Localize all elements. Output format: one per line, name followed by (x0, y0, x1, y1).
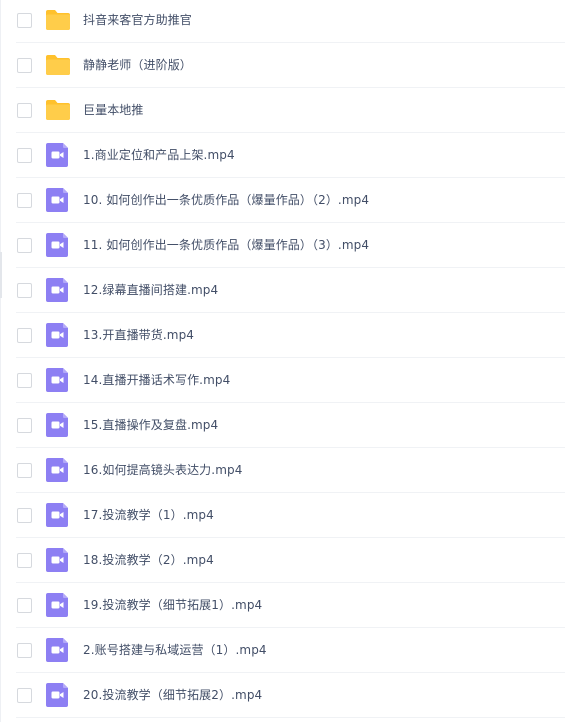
file-name[interactable]: 2.账号搭建与私域运营（1）.mp4 (83, 642, 267, 658)
folder-name[interactable]: 抖音来客官方助推官 (83, 12, 192, 28)
video-file-icon (46, 278, 70, 302)
folder-name[interactable]: 巨量本地推 (83, 102, 144, 118)
video-file-icon (46, 593, 70, 617)
file-row[interactable]: 15.直播操作及复盘.mp4 (0, 403, 565, 448)
file-row[interactable]: 18.投流教学（2）.mp4 (0, 538, 565, 583)
file-row[interactable]: 13.开直播带货.mp4 (0, 313, 565, 358)
folder-row[interactable]: 抖音来客官方助推官 (0, 0, 565, 43)
file-name[interactable]: 20.投流教学（细节拓展2）.mp4 (83, 687, 262, 703)
select-checkbox[interactable] (17, 553, 32, 568)
file-list: 抖音来客官方助推官 静静老师（进阶版） 巨量本地推 1.商业定位和产品上架.mp4 10… (0, 0, 565, 722)
file-row[interactable]: 14.直播开播话术写作.mp4 (0, 358, 565, 403)
video-file-icon (46, 233, 70, 257)
file-row[interactable]: 19.投流教学（细节拓展1）.mp4 (0, 583, 565, 628)
file-row[interactable]: 20.投流教学（细节拓展2）.mp4 (0, 673, 565, 718)
video-file-icon (46, 143, 70, 167)
select-checkbox[interactable] (17, 643, 32, 658)
folder-icon (45, 98, 71, 122)
file-name[interactable]: 11. 如何创作出一条优质作品（爆量作品）（3）.mp4 (83, 237, 369, 253)
file-name[interactable]: 14.直播开播话术写作.mp4 (83, 372, 230, 388)
video-file-icon (46, 323, 70, 347)
video-file-icon (46, 548, 70, 572)
video-file-icon (46, 413, 70, 437)
file-name[interactable]: 12.绿幕直播间搭建.mp4 (83, 282, 218, 298)
select-checkbox[interactable] (17, 328, 32, 343)
select-checkbox[interactable] (17, 238, 32, 253)
row-divider (16, 716, 565, 718)
video-file-icon (46, 638, 70, 662)
select-checkbox[interactable] (17, 508, 32, 523)
file-row[interactable]: 10. 如何创作出一条优质作品（爆量作品）（2）.mp4 (0, 178, 565, 223)
file-row[interactable]: 1.商业定位和产品上架.mp4 (0, 133, 565, 178)
select-checkbox[interactable] (17, 13, 32, 28)
file-name[interactable]: 10. 如何创作出一条优质作品（爆量作品）（2）.mp4 (83, 192, 369, 208)
file-name[interactable]: 15.直播操作及复盘.mp4 (83, 417, 218, 433)
file-name[interactable]: 17.投流教学（1）.mp4 (83, 507, 214, 523)
file-row[interactable]: 17.投流教学（1）.mp4 (0, 493, 565, 538)
file-row[interactable]: 12.绿幕直播间搭建.mp4 (0, 268, 565, 313)
select-checkbox[interactable] (17, 688, 32, 703)
video-file-icon (46, 683, 70, 707)
select-checkbox[interactable] (17, 463, 32, 478)
file-name[interactable]: 13.开直播带货.mp4 (83, 327, 194, 343)
video-file-icon (46, 368, 70, 392)
folder-icon (45, 8, 71, 32)
file-row[interactable]: 2.账号搭建与私域运营（1）.mp4 (0, 628, 565, 673)
video-file-icon (46, 503, 70, 527)
select-checkbox[interactable] (17, 373, 32, 388)
file-row[interactable]: 11. 如何创作出一条优质作品（爆量作品）（3）.mp4 (0, 223, 565, 268)
select-checkbox[interactable] (17, 598, 32, 613)
select-checkbox[interactable] (17, 193, 32, 208)
select-checkbox[interactable] (17, 148, 32, 163)
file-name[interactable]: 19.投流教学（细节拓展1）.mp4 (83, 597, 262, 613)
file-name[interactable]: 18.投流教学（2）.mp4 (83, 552, 214, 568)
folder-row[interactable]: 巨量本地推 (0, 88, 565, 133)
video-file-icon (46, 458, 70, 482)
folder-row[interactable]: 静静老师（进阶版） (0, 43, 565, 88)
select-checkbox[interactable] (17, 418, 32, 433)
video-file-icon (46, 188, 70, 212)
file-name[interactable]: 1.商业定位和产品上架.mp4 (83, 147, 235, 163)
file-name[interactable]: 16.如何提高镜头表达力.mp4 (83, 462, 242, 478)
select-checkbox[interactable] (17, 58, 32, 73)
select-checkbox[interactable] (17, 103, 32, 118)
select-checkbox[interactable] (17, 283, 32, 298)
folder-name[interactable]: 静静老师（进阶版） (83, 57, 192, 73)
file-row[interactable]: 16.如何提高镜头表达力.mp4 (0, 448, 565, 493)
folder-icon (45, 53, 71, 77)
